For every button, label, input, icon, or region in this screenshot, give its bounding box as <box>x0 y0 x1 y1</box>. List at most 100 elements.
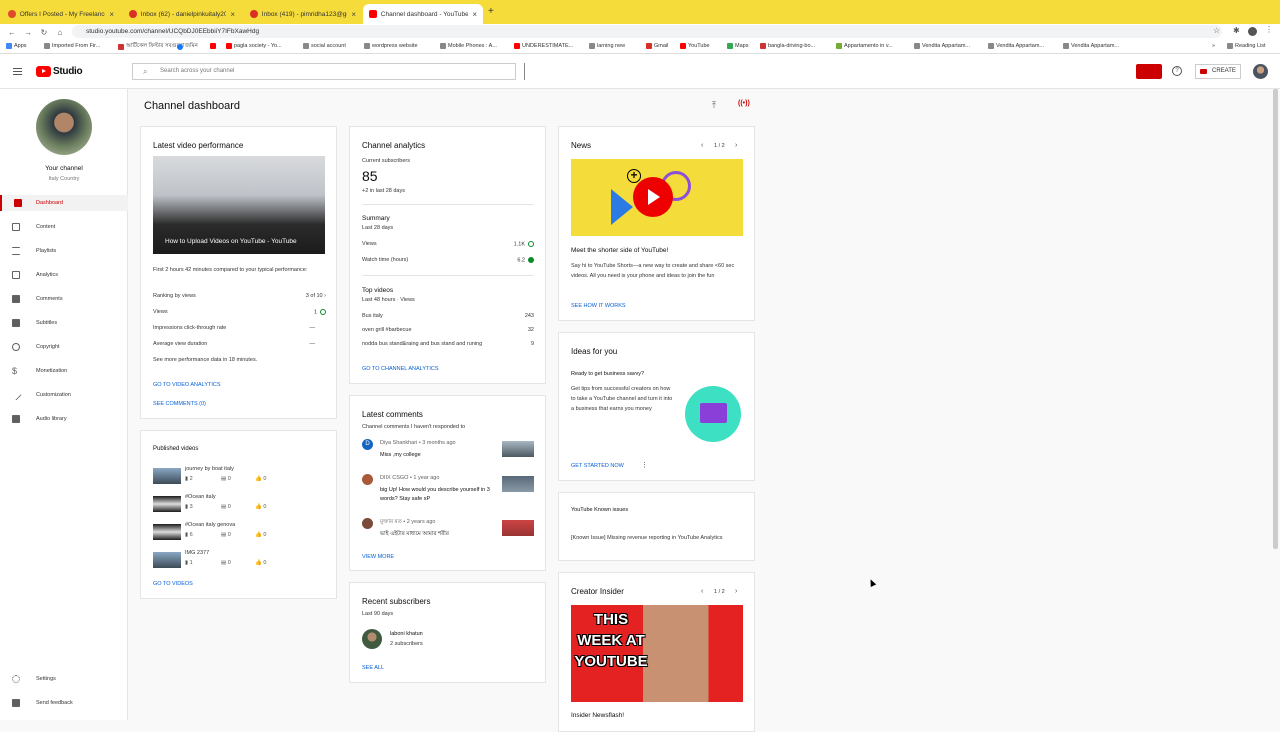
upload-icon[interactable]: ⤒ <box>712 100 716 111</box>
sidebar-item-monetization[interactable]: $ Monetization <box>0 363 128 379</box>
new-tab-icon[interactable]: + <box>488 6 494 17</box>
close-icon[interactable]: × <box>472 10 477 19</box>
bookmark[interactable]: Gmail <box>646 43 668 49</box>
account-avatar[interactable] <box>1253 64 1268 79</box>
browser-tab[interactable]: Inbox (62) - danielpinkuitaly20 × <box>123 4 241 24</box>
close-icon[interactable]: × <box>351 10 356 19</box>
create-button[interactable]: CREATE <box>1195 64 1241 79</box>
bookmark[interactable]: Vendita Appartam... <box>988 43 1044 49</box>
go-to-channel-analytics-link[interactable]: GO TO CHANNEL ANALYTICS <box>362 366 439 372</box>
sidebar-item-subtitles[interactable]: Subtitles <box>0 315 128 331</box>
more-options-icon[interactable]: ⋮ <box>641 461 648 469</box>
bookmark[interactable]: জমিন <box>177 43 198 51</box>
video-thumbnail[interactable]: How to Upload Videos on YouTube - YouTub… <box>153 156 325 254</box>
reading-list[interactable]: Reading List <box>1227 43 1266 49</box>
browser-tab-active[interactable]: Channel dashboard - YouTube × <box>363 4 483 24</box>
bookmark[interactable]: UNDERESTIMATE... <box>514 43 573 49</box>
go-to-videos-link[interactable]: GO TO VIDEOS <box>153 581 193 587</box>
view-more-link[interactable]: VIEW MORE <box>362 554 394 560</box>
top-video-title[interactable]: nodda bus stand&raing and bus stand and … <box>362 341 482 347</box>
bookmark[interactable]: Maps <box>727 43 748 49</box>
video-thumbnail[interactable] <box>153 552 181 568</box>
home-icon[interactable]: ⌂ <box>52 28 68 37</box>
back-icon[interactable]: ← <box>4 28 20 37</box>
creator-insider-thumbnail[interactable]: THIS WEEK AT YOUTUBE <box>571 605 743 702</box>
sidebar-item-playlists[interactable]: Playlists <box>0 243 128 259</box>
profile-icon[interactable] <box>1248 27 1257 36</box>
bookmark[interactable]: Vendita Appartam... <box>1063 43 1119 49</box>
known-issue-link[interactable]: [Known Issue] Missing revenue reporting … <box>571 533 741 543</box>
bookmark[interactable]: আর্টিকেল ফিল্টার সবগুলো <box>118 43 184 51</box>
chevron-left-icon[interactable]: ‹ <box>701 588 703 595</box>
chevron-right-icon[interactable]: » <box>1212 43 1215 49</box>
video-title[interactable]: #Ocean italy <box>185 494 216 500</box>
get-started-link[interactable]: GET STARTED NOW <box>571 463 624 469</box>
video-title[interactable]: IMG 2377 <box>185 550 209 556</box>
channel-avatar[interactable] <box>36 99 92 155</box>
top-video-title[interactable]: oven grill #barbecue <box>362 327 412 333</box>
bookmark[interactable]: pagla society - Yo... <box>226 43 282 49</box>
sidebar-item-comments[interactable]: Comments <box>0 291 128 307</box>
see-all-link[interactable]: SEE ALL <box>362 665 384 671</box>
chevron-right-icon[interactable]: › <box>735 142 737 149</box>
go-live-icon[interactable]: ((•)) <box>738 100 750 107</box>
browser-tab[interactable]: Inbox (419) - pimridha123@gm × <box>244 4 362 24</box>
chevron-right-icon[interactable]: › <box>735 588 737 595</box>
bookmark-label: wordpress website <box>372 43 418 49</box>
top-video-title[interactable]: Bus italy <box>362 313 383 319</box>
sidebar-item-label: Playlists <box>36 248 57 254</box>
sidebar-item-content[interactable]: Content <box>0 219 128 235</box>
channel-switch-icon[interactable] <box>1136 64 1162 79</box>
see-comments-link[interactable]: SEE COMMENTS (0) <box>153 401 206 407</box>
bookmark[interactable]: Mobile Phones : A... <box>440 43 497 49</box>
forward-icon[interactable]: → <box>20 28 36 37</box>
bookmark[interactable]: YouTube <box>680 43 710 49</box>
subscriber-avatar[interactable] <box>362 629 382 649</box>
video-thumbnail[interactable] <box>502 520 534 536</box>
see-how-it-works-link[interactable]: SEE HOW IT WORKS <box>571 303 626 309</box>
sidebar-item-analytics[interactable]: Analytics <box>0 267 128 283</box>
video-thumbnail[interactable] <box>153 468 181 484</box>
sidebar-item-copyright[interactable]: Copyright <box>0 339 128 355</box>
bookmark[interactable]: social account <box>303 43 346 49</box>
news-image[interactable]: + <box>571 159 743 236</box>
bookmark[interactable]: wordpress website <box>364 43 418 49</box>
commenter-avatar[interactable] <box>362 474 373 485</box>
bookmark[interactable]: bangla-driving-bo... <box>760 43 815 49</box>
chevron-left-icon[interactable]: ‹ <box>701 142 703 149</box>
url-field[interactable]: studio.youtube.com/channel/UCQbDJ0EEbbii… <box>72 25 1222 38</box>
go-to-video-analytics-link[interactable]: GO TO VIDEO ANALYTICS <box>153 382 221 388</box>
bookmark[interactable]: Vendita Appartam... <box>914 43 970 49</box>
video-thumbnail[interactable] <box>153 496 181 512</box>
sidebar-item-feedback[interactable]: Send feedback <box>0 695 128 711</box>
bookmark[interactable]: larning new <box>589 43 625 49</box>
sidebar-item-settings[interactable]: Settings <box>0 671 128 687</box>
reload-icon[interactable]: ↻ <box>36 28 52 37</box>
browser-tab[interactable]: Offers I Posted - My Freelance × <box>2 4 120 24</box>
close-icon[interactable]: × <box>230 10 235 19</box>
bookmark[interactable] <box>210 43 216 49</box>
video-thumbnail[interactable] <box>502 476 534 492</box>
subscriber-name[interactable]: laboni khatun <box>390 631 423 637</box>
video-title[interactable]: journey by boat italy <box>185 466 234 472</box>
sidebar-item-customization[interactable]: Customization <box>0 387 128 403</box>
sidebar-item-audio-library[interactable]: Audio library <box>0 411 128 427</box>
bookmark-apps[interactable]: Apps <box>6 43 27 49</box>
search-input[interactable]: ⌕ Search across your channel <box>132 63 516 80</box>
star-icon[interactable]: ☆ <box>1213 26 1220 35</box>
commenter-avatar[interactable]: D <box>362 439 373 450</box>
video-thumbnail[interactable] <box>153 524 181 540</box>
menu-icon[interactable]: ⋮ <box>1265 25 1273 34</box>
bookmark[interactable]: Appartamento in v... <box>836 43 893 49</box>
close-icon[interactable]: × <box>109 10 114 19</box>
scrollbar[interactable] <box>1273 89 1278 549</box>
video-title[interactable]: #Ocean italy genova <box>185 522 235 528</box>
commenter-avatar[interactable] <box>362 518 373 529</box>
video-thumbnail[interactable] <box>502 441 534 457</box>
hamburger-menu-icon[interactable] <box>13 68 22 77</box>
studio-logo[interactable]: Studio <box>36 66 83 77</box>
extensions-icon[interactable]: ✱ <box>1233 26 1240 35</box>
sidebar-item-dashboard[interactable]: Dashboard <box>0 195 128 211</box>
bookmark[interactable]: Imported From Fir... <box>44 43 100 49</box>
help-icon[interactable]: ? <box>1172 66 1182 76</box>
